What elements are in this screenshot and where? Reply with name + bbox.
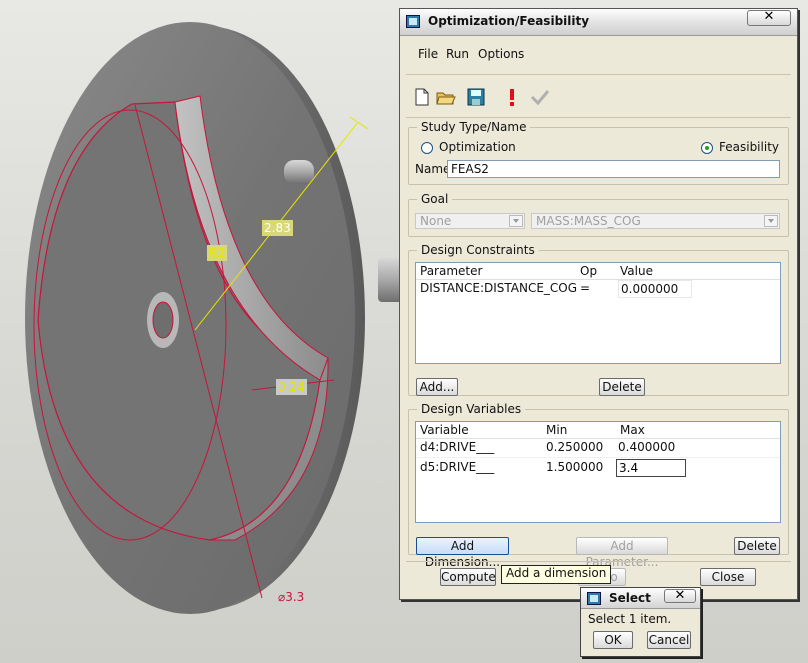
cell-min: 0.250000	[546, 440, 604, 454]
app-icon	[406, 15, 420, 28]
dialog-title: Optimization/Feasibility	[428, 14, 590, 28]
cell-min: 1.500000	[546, 460, 604, 474]
dim-label-diameter[interactable]: ⌀3.3	[276, 589, 306, 605]
add-dimension-tooltip: Add a dimension	[501, 565, 612, 584]
optimization-dialog: Optimization/Feasibility ✕ File Run Opti…	[399, 8, 798, 600]
menu-bar: File Run Options	[406, 36, 791, 75]
dim-ext-length	[349, 116, 369, 130]
goal-type-value: None	[420, 214, 452, 228]
new-document-icon[interactable]	[412, 87, 432, 107]
cell-variable: d5:DRIVE___	[420, 460, 495, 474]
compute-button[interactable]: Compute	[440, 568, 496, 586]
save-icon[interactable]	[466, 87, 486, 107]
delete-constraint-button[interactable]: Delete	[599, 378, 645, 396]
constraints-legend: Design Constraints	[417, 243, 539, 257]
table-row[interactable]: d4:DRIVE___ 0.250000 0.400000	[416, 439, 780, 458]
delete-variable-button[interactable]: Delete	[734, 537, 780, 555]
radio-feasibility[interactable]	[701, 142, 713, 154]
constraints-table[interactable]: Parameter Op Value DISTANCE:DISTANCE_COG…	[415, 262, 781, 364]
col-op[interactable]: Op	[580, 263, 597, 279]
variables-table[interactable]: Variable Min Max d4:DRIVE___ 0.250000 0.…	[415, 421, 781, 523]
dim-label-length[interactable]: 2.83	[262, 220, 293, 236]
add-constraint-button[interactable]: Add...	[416, 378, 458, 396]
dim-label-radius[interactable]: R2	[207, 245, 227, 261]
toolbar	[406, 75, 791, 118]
cell-op: =	[580, 281, 591, 295]
constraints-group: Design Constraints Parameter Op Value DI…	[408, 243, 789, 396]
add-dimension-button[interactable]: Add Dimension...	[416, 537, 509, 569]
study-group: Study Type/Name Optimization Feasibility…	[408, 120, 789, 185]
menu-file[interactable]: File	[418, 47, 438, 61]
max-edit-input[interactable]: 3.4	[616, 459, 686, 477]
col-value[interactable]: Value	[620, 263, 653, 279]
cell-variable: d4:DRIVE___	[420, 440, 495, 454]
hub-inner	[152, 301, 174, 339]
close-icon[interactable]: ✕	[747, 10, 791, 26]
variables-header: Variable Min Max	[416, 422, 780, 439]
goal-param-select: MASS:MASS_COG	[531, 213, 780, 229]
chevron-down-icon	[509, 215, 523, 227]
table-row[interactable]: d5:DRIVE___ 1.500000 3.4	[416, 459, 780, 477]
peg	[284, 160, 314, 184]
select-title: Select	[609, 591, 651, 605]
ok-button[interactable]: OK	[593, 631, 633, 649]
exclamation-icon[interactable]	[502, 87, 522, 107]
cell-value: 0.000000	[618, 280, 692, 298]
bottom-divider	[406, 561, 791, 562]
col-parameter[interactable]: Parameter	[420, 263, 482, 279]
add-parameter-button[interactable]: Add Parameter...	[576, 537, 668, 569]
goal-param-value: MASS:MASS_COG	[536, 214, 641, 228]
variables-group: Design Variables Variable Min Max d4:DRI…	[408, 402, 789, 569]
variables-legend: Design Variables	[417, 402, 526, 416]
goal-legend: Goal	[417, 192, 453, 206]
label-name: Name	[415, 162, 451, 176]
study-legend: Study Type/Name	[417, 120, 531, 134]
checkmark-icon[interactable]	[530, 87, 550, 107]
close-icon[interactable]: ✕	[664, 589, 696, 603]
dim-label-thickness[interactable]: 0.24	[276, 379, 307, 395]
close-button[interactable]: Close	[700, 568, 756, 586]
cancel-button[interactable]: Cancel	[647, 631, 691, 649]
chevron-down-icon	[764, 215, 778, 227]
dialog-titlebar[interactable]: Optimization/Feasibility ✕	[400, 9, 797, 36]
select-titlebar[interactable]: Select ✕	[581, 588, 700, 609]
col-max[interactable]: Max	[620, 422, 645, 438]
goal-type-select: None	[415, 213, 525, 229]
cell-max: 0.400000	[618, 440, 676, 454]
radio-optimization[interactable]	[421, 142, 433, 154]
app-icon	[587, 592, 601, 605]
cell-parameter: DISTANCE:DISTANCE_COG	[420, 281, 578, 295]
menu-run[interactable]: Run	[446, 47, 469, 61]
open-folder-icon[interactable]	[436, 87, 456, 107]
menu-options[interactable]: Options	[478, 47, 524, 61]
constraints-header: Parameter Op Value	[416, 263, 780, 280]
label-feasibility: Feasibility	[719, 140, 779, 154]
col-variable[interactable]: Variable	[420, 422, 469, 438]
select-message: Select 1 item.	[588, 612, 672, 626]
select-dialog: Select ✕ Select 1 item. OK Cancel	[580, 587, 701, 657]
goal-group: Goal None MASS:MASS_COG	[408, 192, 789, 237]
col-min[interactable]: Min	[546, 422, 567, 438]
table-row[interactable]: DISTANCE:DISTANCE_COG = 0.000000	[416, 280, 780, 298]
label-optimization: Optimization	[439, 140, 516, 154]
name-input[interactable]: FEAS2	[447, 160, 780, 178]
